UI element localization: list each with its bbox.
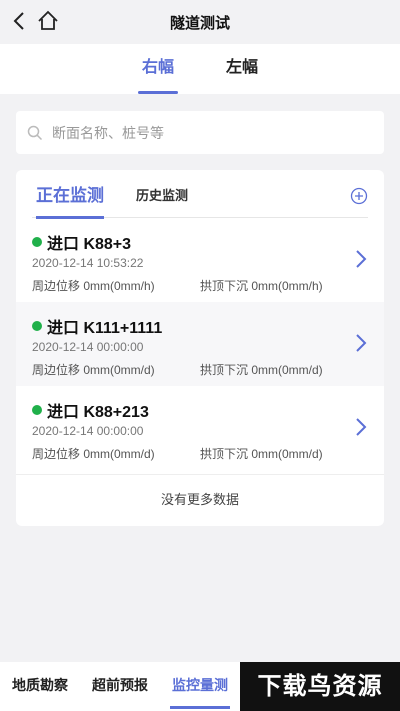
tab-monitoring-measurement[interactable]: 监控量测 xyxy=(170,662,230,711)
chevron-right-icon xyxy=(356,250,367,268)
section-name: 进口 K88+213 xyxy=(32,398,149,422)
search-input[interactable] xyxy=(52,124,352,141)
chevron-right-icon xyxy=(356,418,367,436)
tab-advance-forecast[interactable]: 超前预报 xyxy=(90,662,150,711)
tab-left-side[interactable]: 左幅 xyxy=(222,44,262,94)
vault-settlement: 拱顶下沉 0mm(0mm/d) xyxy=(200,363,323,377)
list-item[interactable]: 进口 K88+3 2020-12-14 10:53:22 周边位移 0mm(0m… xyxy=(16,218,384,302)
status-dot xyxy=(32,405,42,415)
add-circle-icon[interactable] xyxy=(350,187,368,205)
chevron-right-icon xyxy=(356,334,367,352)
tab-geological-survey[interactable]: 地质勘察 xyxy=(10,662,70,711)
title-bar: 隧道测试 xyxy=(0,0,400,44)
back-arrow-icon[interactable] xyxy=(8,8,30,34)
page-title: 隧道测试 xyxy=(169,14,230,32)
peripheral-displacement: 周边位移 0mm(0mm/d) xyxy=(32,447,155,461)
tab-active-monitoring[interactable]: 正在监测 xyxy=(36,170,104,219)
section-name-text: 进口 K88+3 xyxy=(47,236,132,253)
section-name-text: 进口 K88+213 xyxy=(47,404,149,421)
status-dot xyxy=(32,237,42,247)
timestamp: 2020-12-14 00:00:00 xyxy=(32,340,144,354)
monitor-tabs: 正在监测 历史监测 xyxy=(32,170,368,219)
monitor-card: 正在监测 历史监测 进口 K88+3 2020-12-14 10:53:22 周… xyxy=(16,170,384,526)
tab-right-side[interactable]: 右幅 xyxy=(138,44,178,94)
list-item[interactable]: 进口 K111+1111 2020-12-14 00:00:00 周边位移 0m… xyxy=(16,302,384,386)
list-item[interactable]: 进口 K88+213 2020-12-14 00:00:00 周边位移 0mm(… xyxy=(16,386,384,470)
list-end-text: 没有更多数据 xyxy=(16,474,384,526)
vault-settlement: 拱顶下沉 0mm(0mm/d) xyxy=(200,447,323,461)
search-icon xyxy=(27,125,43,140)
section-name-text: 进口 K111+1111 xyxy=(47,320,163,337)
peripheral-displacement: 周边位移 0mm(0mm/d) xyxy=(32,363,155,377)
peripheral-displacement: 周边位移 0mm(0mm/h) xyxy=(32,279,155,293)
tab-history-monitoring[interactable]: 历史监测 xyxy=(136,170,188,218)
status-dot xyxy=(32,321,42,331)
side-tabs: 右幅 左幅 xyxy=(0,44,400,94)
timestamp: 2020-12-14 10:53:22 xyxy=(32,256,144,270)
timestamp: 2020-12-14 00:00:00 xyxy=(32,424,144,438)
vault-settlement: 拱顶下沉 0mm(0mm/h) xyxy=(200,279,323,293)
search-box xyxy=(16,111,384,154)
section-name: 进口 K111+1111 xyxy=(32,314,162,338)
section-name: 进口 K88+3 xyxy=(32,230,131,254)
watermark-logo: 下载鸟资源 xyxy=(240,662,400,711)
home-icon[interactable] xyxy=(36,8,60,34)
